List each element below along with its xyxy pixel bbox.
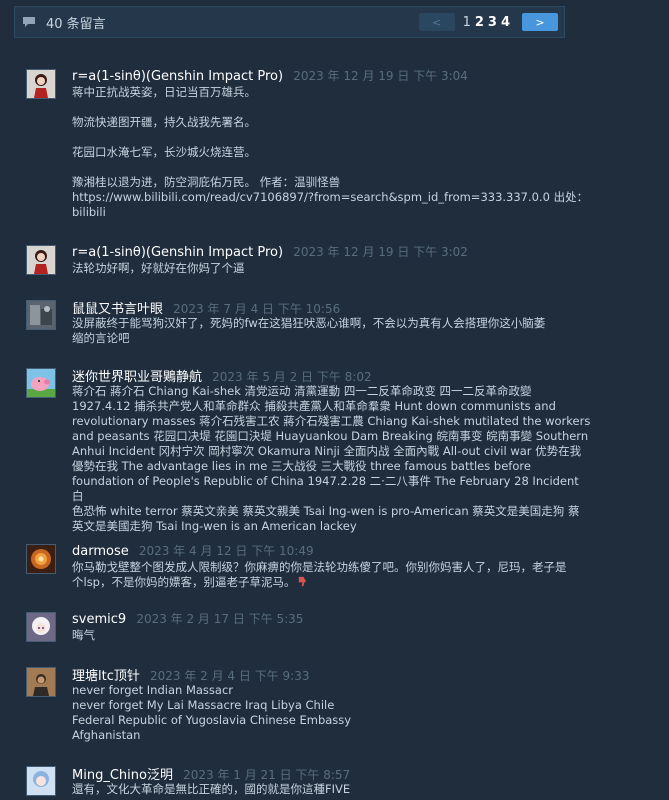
comment-line: 没屏蔽终于能骂狗汉奸了，死妈的fw在这猖狂吠恶心谁啊，不会以为真有人会搭理你这小… (72, 316, 546, 330)
comment-line: revolutionary masses 蒋介石残害工农 蔣介石殘害工農 Chi… (72, 414, 591, 428)
page-4-link[interactable]: 4 (499, 15, 512, 30)
comment-line: foundation of People's Republic of China… (72, 474, 579, 503)
comment-text: 你马勒戈壁整个图发成人限制级？你麻痹的你是法轮功练傻了吧。你别你妈害人了，尼玛，… (72, 560, 592, 590)
comment-line: 花园口水淹七军，长沙城火烧连营。 (72, 145, 256, 159)
page-3-link[interactable]: 3 (486, 15, 499, 30)
comment-line: 蒋中正抗战英姿，日记当百万雄兵。 (72, 85, 256, 99)
comment-link[interactable]: https://www.bilibili.com/read/cv7106897/… (72, 190, 592, 205)
comment-line: Afghanistan (72, 728, 141, 742)
blue-hair-avatar[interactable] (26, 766, 56, 796)
comment-timestamp: 2023 年 12 月 19 日 下午 3:02 (293, 245, 468, 259)
page-2-current: 2 (474, 14, 484, 30)
comment-line: 个lsp，不是你妈的嫖客，别逼老子草泥马。 (72, 575, 296, 589)
next-page-button[interactable]: > (522, 13, 558, 31)
orange-avatar[interactable] (26, 544, 56, 574)
speech-bubble-icon (23, 17, 35, 27)
comment-line: and peasants 花园口决堤 花園口決堤 Huayuankou Dam … (72, 429, 589, 443)
comment-text: 法轮功好啊，好就好在你妈了个逼 (72, 261, 592, 276)
white-hair-avatar[interactable] (26, 612, 56, 642)
comment-line: 色恐怖 white terror 蔡英文亲美 蔡英文親美 Tsai Ing-we… (72, 504, 580, 518)
author-name[interactable]: 鼠鼠又书言叶眼 (72, 302, 163, 317)
author-name[interactable]: svemic9 (72, 612, 126, 627)
prev-page-button[interactable]: < (418, 13, 455, 31)
comment-line: bilibili (72, 205, 106, 219)
comment-line: 還有，文化大革命是無比正確的，國的就是你這種FIVE (72, 782, 351, 796)
author-name[interactable]: r=a(1-sinθ)(Genshin Impact Pro) (72, 69, 283, 84)
comment-timestamp: 2023 年 7 月 4 日 下午 10:56 (173, 302, 341, 316)
comment-line: 物流快递图开疆，持久战我先署名。 (72, 115, 256, 129)
comment-line: Federal Republic of Yugoslavia Chinese E… (72, 713, 352, 727)
comment-line: 缩的言论吧 (72, 331, 130, 345)
comment-line: Anhui Incident 冈村宁次 岡村寧次 Okamura Ninji 全… (72, 444, 582, 458)
comment-line: 英文是美國走狗 Tsai Ing-wen is an American lack… (72, 519, 357, 533)
comment-text: 没屏蔽终于能骂狗汉奸了，死妈的fw在这猖狂吠恶心谁啊，不会以为真有人会搭理你这小… (72, 316, 592, 346)
comment-timestamp: 2023 年 2 月 4 日 下午 9:33 (150, 669, 310, 683)
comment-line: 優勢在我 The advantage lies in me 三大战役 三大戰役 … (72, 459, 531, 473)
author-name[interactable]: r=a(1-sinθ)(Genshin Impact Pro) (72, 245, 283, 260)
author-name[interactable]: Ming_Chino泛明 (72, 768, 173, 783)
comment-text: 晦气 (72, 628, 592, 643)
page-1-link[interactable]: 1 (461, 15, 473, 30)
comment-timestamp: 2023 年 2 月 17 日 下午 5:35 (136, 612, 304, 626)
author-name[interactable]: 理塘ltc顶针 (72, 669, 140, 684)
pagination: < 1 2 3 4 > (418, 13, 558, 31)
comment-line: 法轮功好啊，好就好在你妈了个逼 (72, 261, 245, 275)
comment-text: 蒋介石 蔣介石 Chiang Kai-shek 清党运动 清黨運動 四一二反革命… (72, 384, 592, 534)
comment-line: 豫湘桂以退为进，防空洞庇佑万民。 作者：温驯怪兽 (72, 175, 341, 189)
comment-line: 晦气 (72, 628, 95, 642)
anime-girl-avatar[interactable] (26, 245, 56, 275)
comment-timestamp: 2023 年 1 月 21 日 下午 8:57 (183, 768, 351, 782)
comment-line: never forget Indian Massacr (72, 683, 233, 697)
comment-line: 1927.4.12 捕杀共产党人和革命群众 捕殺共產黨人和革命羣衆 Hunt d… (72, 399, 556, 413)
comment-text: 還有，文化大革命是無比正確的，國的就是你這種FIVE (72, 782, 592, 797)
comment-line: 你马勒戈壁整个图发成人限制级？你麻痹的你是法轮功练傻了吧。你别你妈害人了，尼玛，… (72, 560, 567, 574)
comment-text: 蒋中正抗战英姿，日记当百万雄兵。 物流快递图开疆，持久战我先署名。 花园口水淹七… (72, 85, 592, 220)
person-avatar[interactable] (26, 667, 56, 697)
comment-text: never forget Indian Massacr never forget… (72, 683, 592, 743)
author-name[interactable]: 迷你世界职业哥鶪静航 (72, 370, 202, 385)
comment-line: 蒋介石 蔣介石 Chiang Kai-shek 清党运动 清黨運動 四一二反革命… (72, 384, 532, 398)
pig-avatar[interactable] (26, 368, 56, 398)
photo-avatar[interactable] (26, 300, 56, 330)
author-name[interactable]: darmose (72, 544, 129, 559)
thumbs-down-icon (299, 576, 307, 587)
comment-count: 40 条留言 (46, 16, 106, 32)
comments-header: 40 条留言 < 1 2 3 4 > (14, 6, 565, 38)
comment-timestamp: 2023 年 5 月 2 日 下午 8:02 (212, 370, 372, 384)
comment-line: never forget My Lai Massacre Iraq Libya … (72, 698, 335, 712)
comment-timestamp: 2023 年 4 月 12 日 下午 10:49 (138, 544, 314, 558)
comment-timestamp: 2023 年 12 月 19 日 下午 3:04 (293, 69, 468, 83)
anime-girl-avatar[interactable] (26, 69, 56, 99)
